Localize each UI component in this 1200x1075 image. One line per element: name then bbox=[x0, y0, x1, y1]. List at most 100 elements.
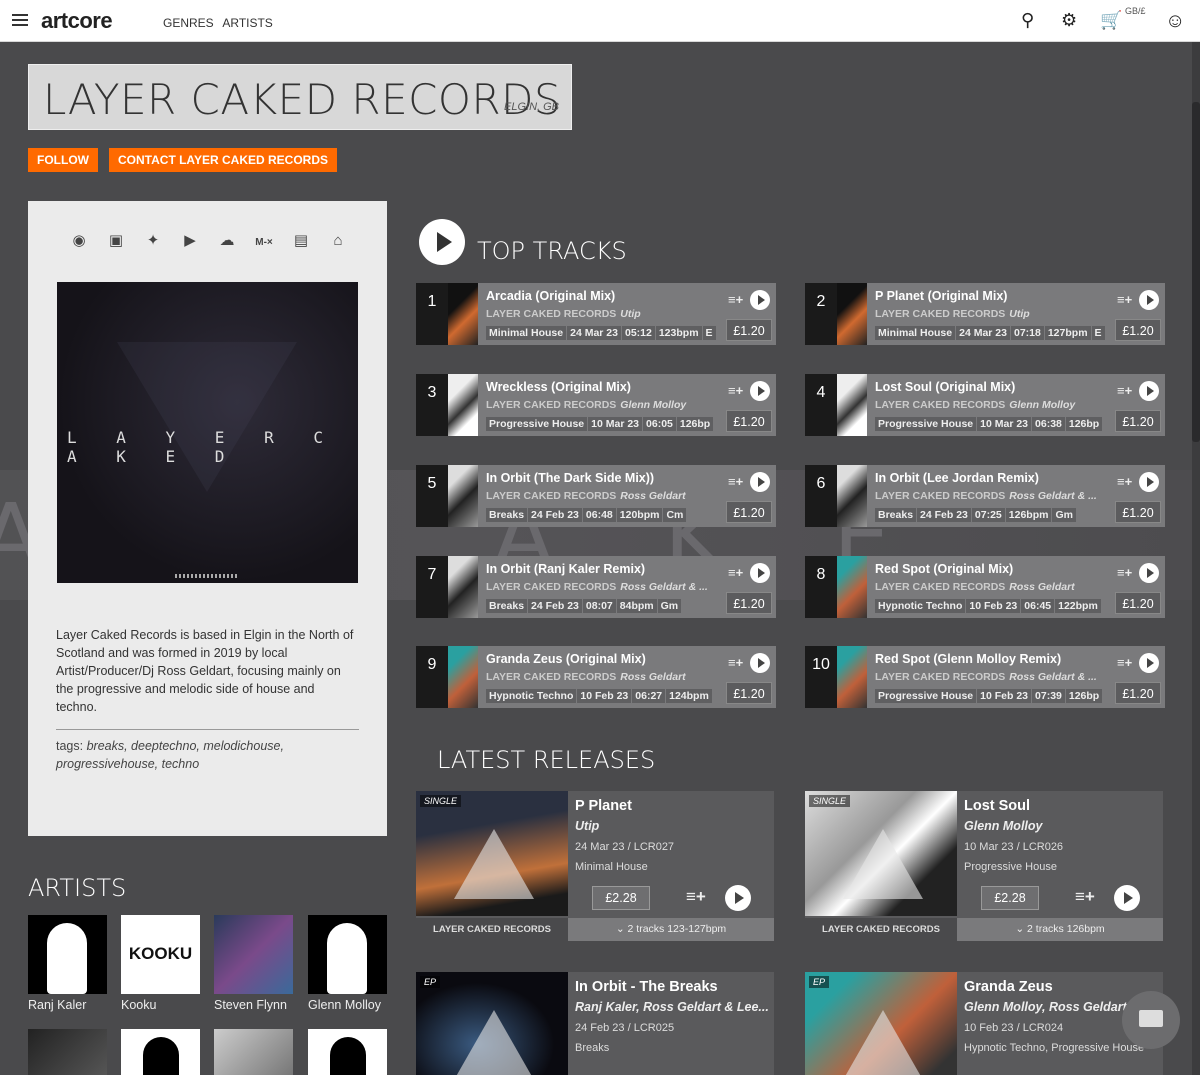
track-play-button[interactable] bbox=[1139, 381, 1159, 401]
release-card[interactable]: EP In Orbit - The Breaks Ranj Kaler, Ros… bbox=[416, 972, 774, 1075]
user-icon[interactable]: ☺ bbox=[1165, 10, 1185, 33]
release-card[interactable]: SINGLE P Planet Utip 24 Mar 23 / LCR027 … bbox=[416, 791, 774, 941]
track-title[interactable]: Arcadia (Original Mix) bbox=[486, 289, 615, 303]
track-title[interactable]: Red Spot (Original Mix) bbox=[875, 562, 1013, 576]
track-row[interactable]: 8 Red Spot (Original Mix) LAYER CAKED RECO… bbox=[805, 556, 1165, 618]
follow-button[interactable]: FOLLOW bbox=[28, 148, 98, 172]
track-play-button[interactable] bbox=[1139, 472, 1159, 492]
track-label[interactable]: LAYER CAKED RECORDS bbox=[486, 399, 616, 411]
release-card[interactable]: SINGLE Lost Soul Glenn Molloy 10 Mar 23 … bbox=[805, 791, 1163, 941]
track-title[interactable]: Granda Zeus (Original Mix) bbox=[486, 652, 646, 666]
artist-image[interactable] bbox=[121, 1029, 200, 1075]
track-label[interactable]: LAYER CAKED RECORDS bbox=[486, 581, 616, 593]
add-to-playlist-icon[interactable]: ≡+ bbox=[1117, 474, 1132, 489]
artist-card[interactable]: Ranj Kaler bbox=[28, 915, 107, 1012]
artist-image[interactable] bbox=[308, 1029, 387, 1075]
add-to-playlist-icon[interactable]: ≡+ bbox=[1117, 383, 1132, 398]
soundcloud-icon[interactable]: ☁ bbox=[212, 231, 242, 249]
track-play-button[interactable] bbox=[750, 381, 770, 401]
track-price-button[interactable]: £1.20 bbox=[1115, 410, 1161, 432]
track-artist[interactable]: Ross Geldart & ... bbox=[1009, 490, 1097, 502]
logo[interactable]: artcore bbox=[41, 8, 113, 34]
track-artwork[interactable] bbox=[448, 465, 478, 527]
track-artist[interactable]: Ross Geldart bbox=[620, 671, 685, 683]
currency-selector[interactable]: GB/£ bbox=[1125, 6, 1146, 16]
youtube-icon[interactable]: ▶ bbox=[175, 231, 205, 249]
twitch-icon[interactable]: ▤ bbox=[286, 231, 316, 249]
track-title[interactable]: In Orbit (The Dark Side Mix)) bbox=[486, 471, 654, 485]
release-play-button[interactable] bbox=[725, 885, 751, 911]
release-label[interactable]: LAYER CAKED RECORDS bbox=[805, 918, 957, 941]
track-price-button[interactable]: £1.20 bbox=[726, 319, 772, 341]
add-to-playlist-icon[interactable]: ≡+ bbox=[1117, 292, 1132, 307]
artist-name[interactable]: Kooku bbox=[121, 998, 200, 1012]
track-row[interactable]: 7 In Orbit (Ranj Kaler Remix) LAYER CAKED … bbox=[416, 556, 776, 618]
release-artwork[interactable]: SINGLE bbox=[805, 791, 957, 916]
play-all-button[interactable] bbox=[419, 219, 465, 265]
track-artwork[interactable] bbox=[837, 283, 867, 345]
release-tracks-toggle[interactable]: ⌄ 2 tracks 123-127bpm bbox=[568, 918, 774, 941]
release-price-button[interactable]: £2.28 bbox=[592, 886, 650, 910]
release-artist[interactable]: Glenn Molloy, Ross Geldart & bbox=[964, 1000, 1139, 1014]
track-artist[interactable]: Utip bbox=[620, 308, 640, 320]
artist-image[interactable] bbox=[28, 1029, 107, 1075]
release-genre[interactable]: Progressive House bbox=[964, 861, 1057, 873]
release-artist[interactable]: Utip bbox=[575, 819, 599, 833]
track-price-button[interactable]: £1.20 bbox=[726, 410, 772, 432]
track-row[interactable]: 9 Granda Zeus (Original Mix) LAYER CAKED R… bbox=[416, 646, 776, 708]
search-icon[interactable]: ⚲ bbox=[1021, 10, 1034, 31]
track-row[interactable]: 3 Wreckless (Original Mix) LAYER CAKED REC… bbox=[416, 374, 776, 436]
track-label[interactable]: LAYER CAKED RECORDS bbox=[486, 490, 616, 502]
track-price-button[interactable]: £1.20 bbox=[726, 501, 772, 523]
track-artwork[interactable] bbox=[837, 465, 867, 527]
track-title[interactable]: P Planet (Original Mix) bbox=[875, 289, 1007, 303]
release-title[interactable]: In Orbit - The Breaks bbox=[575, 979, 718, 995]
artist-name[interactable]: Ranj Kaler bbox=[28, 998, 107, 1012]
add-to-playlist-icon[interactable]: ≡+ bbox=[728, 292, 743, 307]
track-row[interactable]: 6 In Orbit (Lee Jordan Remix) LAYER CAKED … bbox=[805, 465, 1165, 527]
track-artwork[interactable] bbox=[837, 556, 867, 618]
track-title[interactable]: Wreckless (Original Mix) bbox=[486, 380, 631, 394]
track-price-button[interactable]: £1.20 bbox=[726, 682, 772, 704]
track-price-button[interactable]: £1.20 bbox=[1115, 592, 1161, 614]
track-title[interactable]: In Orbit (Lee Jordan Remix) bbox=[875, 471, 1039, 485]
track-artist[interactable]: Ross Geldart & ... bbox=[620, 581, 708, 593]
track-row[interactable]: 10 Red Spot (Glenn Molloy Remix) LAYER CAK… bbox=[805, 646, 1165, 708]
release-artwork[interactable]: SINGLE bbox=[416, 791, 568, 916]
track-artist[interactable]: Ross Geldart bbox=[1009, 581, 1074, 593]
track-title[interactable]: In Orbit (Ranj Kaler Remix) bbox=[486, 562, 645, 576]
track-artwork[interactable] bbox=[448, 556, 478, 618]
release-title[interactable]: Granda Zeus bbox=[964, 979, 1053, 995]
track-label[interactable]: LAYER CAKED RECORDS bbox=[875, 671, 1005, 683]
track-price-button[interactable]: £1.20 bbox=[726, 592, 772, 614]
release-title[interactable]: P Planet bbox=[575, 798, 632, 814]
track-artist[interactable]: Glenn Molloy bbox=[620, 399, 686, 411]
track-play-button[interactable] bbox=[1139, 653, 1159, 673]
track-row[interactable]: 5 In Orbit (The Dark Side Mix)) LAYER CAKE… bbox=[416, 465, 776, 527]
artist-name[interactable]: Glenn Molloy bbox=[308, 998, 387, 1012]
track-label[interactable]: LAYER CAKED RECORDS bbox=[875, 490, 1005, 502]
artist-image[interactable] bbox=[214, 1029, 293, 1075]
add-to-playlist-icon[interactable]: ≡+ bbox=[728, 565, 743, 580]
track-artwork[interactable] bbox=[448, 283, 478, 345]
instagram-icon[interactable]: ▣ bbox=[101, 231, 131, 249]
nav-genres[interactable]: GENRES bbox=[163, 16, 214, 30]
track-price-button[interactable]: £1.20 bbox=[1115, 501, 1161, 523]
release-artwork[interactable]: EP bbox=[416, 972, 568, 1075]
cart-icon[interactable]: 🛒 bbox=[1100, 10, 1122, 31]
release-genre[interactable]: Minimal House bbox=[575, 861, 648, 873]
track-row[interactable]: 1 Arcadia (Original Mix) LAYER CAKED RECOR… bbox=[416, 283, 776, 345]
track-play-button[interactable] bbox=[750, 472, 770, 492]
add-to-playlist-icon[interactable]: ≡+ bbox=[728, 474, 743, 489]
track-label[interactable]: LAYER CAKED RECORDS bbox=[486, 671, 616, 683]
menu-icon[interactable] bbox=[12, 14, 28, 26]
track-artist[interactable]: Glenn Molloy bbox=[1009, 399, 1075, 411]
release-title[interactable]: Lost Soul bbox=[964, 798, 1030, 814]
facebook-icon[interactable]: ◉ bbox=[64, 231, 94, 249]
chat-icon[interactable] bbox=[1122, 991, 1180, 1049]
add-to-playlist-icon[interactable]: ≡+ bbox=[1075, 887, 1095, 907]
track-row[interactable]: 4 Lost Soul (Original Mix) LAYER CAKED REC… bbox=[805, 374, 1165, 436]
track-play-button[interactable] bbox=[750, 563, 770, 583]
track-price-button[interactable]: £1.20 bbox=[1115, 682, 1161, 704]
add-to-playlist-icon[interactable]: ≡+ bbox=[728, 383, 743, 398]
